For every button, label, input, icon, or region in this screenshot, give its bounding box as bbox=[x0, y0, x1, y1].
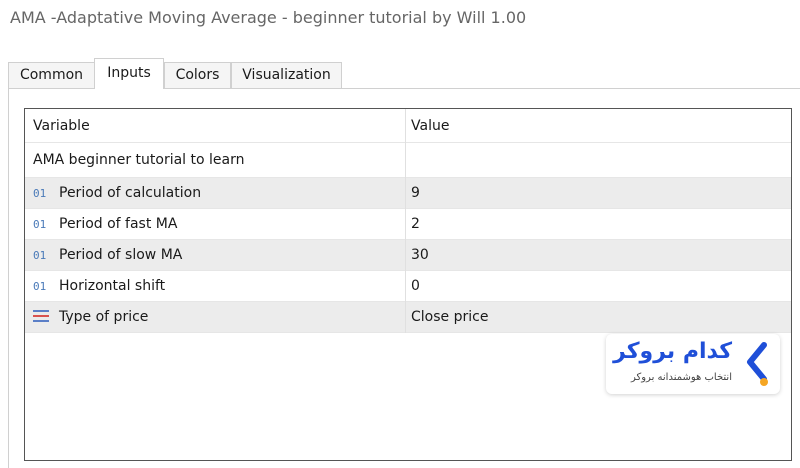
variable-name: Period of slow MA bbox=[59, 247, 183, 263]
column-divider bbox=[405, 240, 406, 271]
table-row[interactable]: 01 Period of fast MA 2 bbox=[25, 209, 791, 240]
tab-inputs[interactable]: Inputs bbox=[94, 58, 164, 89]
grid-header: Variable Value bbox=[25, 109, 791, 143]
table-row[interactable]: 01 Period of calculation 9 bbox=[25, 178, 791, 209]
variable-value[interactable]: 2 bbox=[411, 209, 787, 239]
column-divider bbox=[405, 271, 406, 302]
variable-value[interactable] bbox=[411, 143, 787, 178]
logo-chevron-icon bbox=[747, 342, 767, 382]
variable-name: Type of price bbox=[59, 309, 149, 325]
logo-name: کدام بروکر bbox=[613, 339, 732, 364]
integer-icon: 01 bbox=[33, 218, 47, 231]
tab-visualization[interactable]: Visualization bbox=[231, 62, 342, 88]
tab-bar: Common Inputs Colors Visualization bbox=[0, 58, 800, 89]
title-bar: AMA -Adaptative Moving Average - beginne… bbox=[0, 0, 800, 40]
list-icon bbox=[33, 309, 49, 323]
variable-name: Period of fast MA bbox=[59, 216, 178, 232]
variable-name: AMA beginner tutorial to learn bbox=[33, 152, 245, 168]
table-row[interactable]: 01 Period of slow MA 30 bbox=[25, 240, 791, 271]
column-divider bbox=[405, 209, 406, 240]
integer-icon: 01 bbox=[33, 280, 47, 293]
variable-name-cell: 01 Horizontal shift bbox=[33, 271, 405, 301]
column-divider bbox=[405, 302, 406, 333]
variable-name-cell: 01 Period of fast MA bbox=[33, 209, 405, 239]
integer-icon: 01 bbox=[33, 187, 47, 200]
column-divider bbox=[405, 178, 406, 209]
logo-dot bbox=[760, 378, 768, 386]
table-row[interactable]: Type of price Close price bbox=[25, 302, 791, 333]
brand-logo: کدام بروکر انتخاب هوشمندانه بروکر bbox=[606, 334, 780, 394]
window-title: AMA -Adaptative Moving Average - beginne… bbox=[10, 8, 527, 27]
integer-icon: 01 bbox=[33, 249, 47, 262]
variable-name: Horizontal shift bbox=[59, 278, 166, 294]
table-row[interactable]: 01 Horizontal shift 0 bbox=[25, 271, 791, 302]
table-row[interactable]: AMA beginner tutorial to learn bbox=[25, 143, 791, 178]
column-divider[interactable] bbox=[405, 109, 406, 143]
inputs-grid: Variable Value AMA beginner tutorial to … bbox=[24, 108, 792, 461]
column-divider bbox=[405, 143, 406, 178]
logo-tagline: انتخاب هوشمندانه بروکر bbox=[630, 372, 732, 383]
variable-value[interactable]: 9 bbox=[411, 178, 787, 208]
variable-value[interactable]: 30 bbox=[411, 240, 787, 270]
variable-value[interactable]: Close price bbox=[411, 302, 787, 332]
variable-name-cell: 01 Period of slow MA bbox=[33, 240, 405, 270]
tab-common[interactable]: Common bbox=[8, 62, 95, 88]
variable-name-cell: Type of price bbox=[33, 302, 405, 332]
tab-colors[interactable]: Colors bbox=[164, 62, 231, 88]
header-value[interactable]: Value bbox=[411, 109, 787, 143]
header-variable[interactable]: Variable bbox=[33, 109, 405, 143]
variable-value[interactable]: 0 bbox=[411, 271, 787, 301]
variable-name: Period of calculation bbox=[59, 185, 202, 201]
variable-name-cell: 01 Period of calculation bbox=[33, 178, 405, 208]
